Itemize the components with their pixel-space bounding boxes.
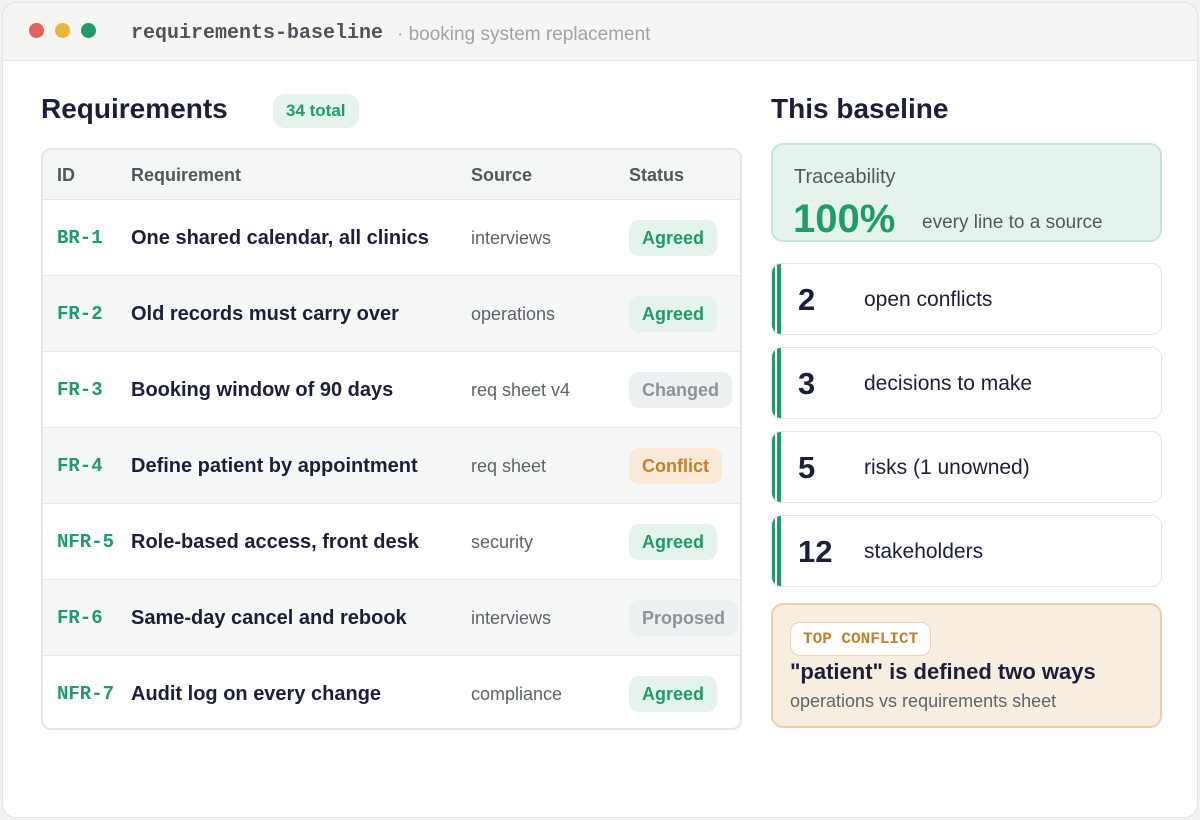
column-header-id[interactable]: ID [57, 165, 75, 186]
stat-card-open-conflicts[interactable]: 2 open conflicts [771, 263, 1162, 335]
stat-label: open conflicts [864, 288, 993, 311]
table-row[interactable]: NFR-7 Audit log on every change complian… [43, 656, 740, 728]
stat-card-decisions[interactable]: 3 decisions to make [771, 347, 1162, 419]
requirement-id: FR-2 [57, 303, 103, 325]
requirement-id: FR-3 [57, 379, 103, 401]
table-header: ID Requirement Source Status [43, 150, 740, 200]
table-row[interactable]: FR-4 Define patient by appointment req s… [43, 428, 740, 504]
requirement-source: req sheet [471, 456, 547, 476]
requirement-text: Audit log on every change [131, 683, 382, 705]
requirement-id: FR-6 [57, 607, 103, 629]
table-row[interactable]: NFR-5 Role-based access, front desk secu… [43, 504, 740, 580]
stat-number: 3 [798, 366, 816, 401]
stat-label: decisions to make [864, 372, 1033, 395]
requirement-text: Booking window of 90 days [131, 379, 394, 401]
status-badge: Changed [629, 372, 733, 408]
table-row[interactable]: FR-6 Same-day cancel and rebook intervie… [43, 580, 740, 656]
stat-card-stakeholders[interactable]: 12 stakeholders [771, 515, 1162, 587]
accent-bar [772, 432, 781, 502]
requirement-text: Define patient by appointment [131, 455, 418, 477]
app-window: requirements-baseline · booking system r… [2, 2, 1198, 818]
traceability-value: 100% [793, 197, 896, 241]
status-badge: Conflict [629, 448, 722, 484]
stat-number: 5 [798, 450, 816, 485]
baseline-heading: This baseline [771, 93, 949, 124]
total-count-badge: 34 total [273, 94, 359, 128]
requirement-text: Old records must carry over [131, 303, 399, 325]
table-row[interactable]: BR-1 One shared calendar, all clinics in… [43, 200, 740, 276]
requirement-source: operations [471, 304, 556, 324]
requirement-source: req sheet v4 [471, 380, 571, 400]
requirements-table: ID Requirement Source Status BR-1 One sh… [41, 148, 742, 730]
requirement-id: BR-1 [57, 227, 103, 249]
window-subtitle: · booking system replacement [397, 24, 651, 45]
stat-label: risks (1 unowned) [864, 456, 1030, 479]
table-row[interactable]: FR-3 Booking window of 90 days req sheet… [43, 352, 740, 428]
accent-bar [772, 348, 781, 418]
maximize-window-button[interactable] [81, 23, 96, 38]
requirement-id: FR-4 [57, 455, 103, 477]
column-header-status[interactable]: Status [629, 165, 684, 186]
requirement-source: compliance [471, 684, 563, 704]
top-conflict-title: "patient" is defined two ways [790, 659, 1096, 684]
status-badge: Agreed [629, 220, 718, 256]
title-bar: requirements-baseline · booking system r… [3, 3, 1197, 61]
requirement-id: NFR-7 [57, 683, 115, 705]
requirement-text: One shared calendar, all clinics [131, 227, 429, 249]
traceability-note: every line to a source [922, 212, 1103, 233]
window-title: requirements-baseline [131, 22, 384, 45]
top-conflict-subtitle: operations vs requirements sheet [790, 691, 1057, 711]
stat-number: 2 [798, 282, 816, 317]
requirement-source: security [471, 532, 534, 552]
close-window-button[interactable] [29, 23, 44, 38]
accent-bar [772, 516, 781, 586]
accent-bar [772, 264, 781, 334]
status-badge: Proposed [629, 600, 739, 636]
requirement-source: interviews [471, 228, 552, 248]
table-row[interactable]: FR-2 Old records must carry over operati… [43, 276, 740, 352]
column-header-source[interactable]: Source [471, 165, 532, 186]
column-header-requirement[interactable]: Requirement [131, 165, 241, 186]
stat-number: 12 [798, 534, 833, 569]
minimize-window-button[interactable] [55, 23, 70, 38]
requirement-source: interviews [471, 608, 552, 628]
traceability-card: Traceability 100% every line to a source [771, 143, 1162, 242]
requirements-heading: Requirements [41, 93, 228, 124]
status-badge: Agreed [629, 676, 718, 712]
top-conflict-card[interactable]: TOP CONFLICT "patient" is defined two wa… [771, 603, 1162, 728]
status-badge: Agreed [629, 296, 718, 332]
stat-label: stakeholders [864, 540, 984, 563]
stat-card-risks[interactable]: 5 risks (1 unowned) [771, 431, 1162, 503]
traceability-label: Traceability [794, 166, 896, 188]
status-badge: Agreed [629, 524, 718, 560]
top-conflict-tag: TOP CONFLICT [790, 622, 932, 656]
requirement-id: NFR-5 [57, 531, 115, 553]
requirement-text: Same-day cancel and rebook [131, 607, 407, 629]
requirement-text: Role-based access, front desk [131, 531, 419, 553]
